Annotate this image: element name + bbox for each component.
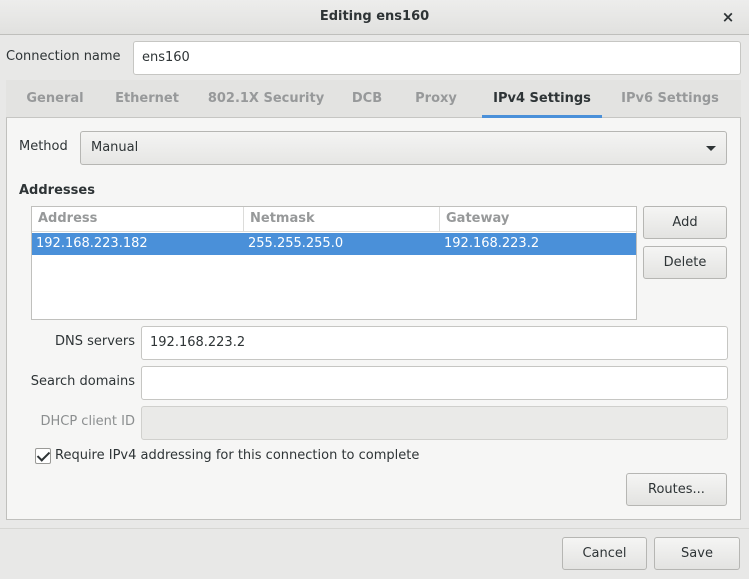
edit-connection-dialog: Editing ens160 × Connection name ens160 … — [0, 0, 749, 579]
dns-servers-input[interactable]: 192.168.223.2 — [141, 326, 728, 360]
dhcp-client-id-input — [141, 406, 728, 440]
cancel-button[interactable]: Cancel — [562, 537, 647, 570]
connection-name-input[interactable]: ens160 — [133, 41, 741, 75]
tab-ipv6-settings[interactable]: IPv6 Settings — [612, 80, 728, 118]
search-domains-input[interactable] — [141, 366, 728, 400]
method-value: Manual — [91, 140, 139, 155]
column-header-gateway[interactable]: Gateway — [440, 207, 636, 232]
column-header-netmask[interactable]: Netmask — [244, 207, 440, 232]
gateway-cell[interactable]: 192.168.223.2 — [440, 233, 539, 255]
table-row[interactable]: 192.168.223.182 255.255.255.0 192.168.22… — [32, 233, 636, 255]
chevron-down-icon — [706, 146, 716, 151]
dns-servers-label: DNS servers — [54, 334, 135, 349]
addresses-table-header: Address Netmask Gateway — [32, 207, 636, 232]
search-domains-label: Search domains — [30, 374, 135, 389]
tab-bar: General Ethernet 802.1X Security DCB Pro… — [6, 80, 741, 118]
save-button[interactable]: Save — [654, 537, 740, 570]
require-ipv4-checkbox[interactable] — [35, 448, 51, 464]
window-title: Editing ens160 — [319, 9, 430, 24]
tab-general[interactable]: General — [18, 80, 92, 118]
method-dropdown[interactable]: Manual — [80, 131, 727, 165]
tab-dcb[interactable]: DCB — [346, 80, 388, 118]
addresses-table[interactable]: Address Netmask Gateway 192.168.223.182 … — [31, 206, 637, 320]
tab-ipv4-settings[interactable]: IPv4 Settings — [482, 80, 602, 118]
require-ipv4-label[interactable]: Require IPv4 addressing for this connect… — [55, 448, 419, 463]
column-header-address[interactable]: Address — [32, 207, 244, 232]
tab-8021x-security[interactable]: 802.1X Security — [202, 80, 330, 118]
add-address-button[interactable]: Add — [643, 206, 727, 239]
address-cell[interactable]: 192.168.223.182 — [32, 233, 148, 255]
title-bar[interactable]: Editing ens160 × — [0, 0, 749, 35]
close-icon[interactable]: × — [719, 8, 737, 26]
tab-proxy[interactable]: Proxy — [409, 80, 463, 118]
routes-button[interactable]: Routes... — [626, 473, 727, 506]
tab-ethernet[interactable]: Ethernet — [107, 80, 187, 118]
footer-divider — [0, 528, 749, 529]
delete-address-button[interactable]: Delete — [643, 246, 727, 279]
addresses-heading: Addresses — [19, 183, 95, 198]
dhcp-client-id-label: DHCP client ID — [40, 414, 135, 429]
netmask-cell[interactable]: 255.255.255.0 — [244, 233, 343, 255]
connection-name-label: Connection name — [6, 49, 121, 64]
method-label: Method — [19, 139, 68, 154]
